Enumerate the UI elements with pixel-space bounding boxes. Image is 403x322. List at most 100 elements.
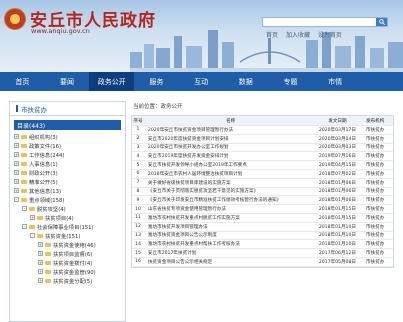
- tree-item[interactable]: + 扶贫资金监管(90): [10, 267, 125, 276]
- tree-item[interactable]: + 财政公开(3): [10, 168, 125, 177]
- table-row: 13 潍坊市扶贫资金项目公告公示制度 2018年01月10日 市扶贫办: [132, 232, 393, 241]
- tree-item[interactable]: - 扶贫资金(151): [10, 231, 125, 240]
- table-row: 7 关于做好省级扶贫项目库建设的实施方案 2018年01月06日 市扶贫办: [132, 179, 393, 188]
- tree-item[interactable]: + 政策文件(16): [10, 141, 125, 150]
- table-cell: 2018年01月10日: [318, 224, 356, 230]
- table-cell: 7: [136, 180, 140, 186]
- sidebar-title: 市扶贫办: [10, 102, 125, 116]
- table-cell: 市扶贫办: [365, 215, 385, 221]
- document-title-link[interactable]: 山东省扶贫专项资金使用管理暂行办法: [144, 206, 318, 212]
- document-title-link[interactable]: 安丘市扶贫开发领导小组办公室2019年工作要点: [144, 162, 318, 168]
- folder-icon: [21, 152, 27, 157]
- table-cell: 市扶贫办: [365, 207, 385, 213]
- document-title-link[interactable]: 关于做好省级扶贫项目库建设的实施方案: [144, 180, 318, 186]
- table-cell: 市扶贫办: [365, 154, 385, 160]
- tree-item[interactable]: + 精准公开(5): [10, 177, 125, 186]
- nav-item-interact[interactable]: 互动: [179, 72, 224, 91]
- document-title-link[interactable]: 《安丘市关于印发安丘市精准扶贫工作绩效考核暂行办法的通知》: [144, 197, 318, 203]
- table-cell: 市扶贫办: [365, 171, 385, 177]
- document-title-link[interactable]: 安丘市2020年度扶贫资金项目计划安排: [144, 136, 318, 142]
- search-input[interactable]: [263, 18, 376, 26]
- expand-icon: +: [14, 188, 19, 193]
- document-title-link[interactable]: 《安丘市关于贯彻落实脱贫攻坚若干意见的实施方案》: [144, 188, 318, 194]
- nav-item-city[interactable]: 市情: [313, 72, 358, 91]
- nav-item-topics[interactable]: 专题: [268, 72, 313, 91]
- table-cell: 2020年03月03日: [318, 145, 356, 151]
- search-button[interactable]: [376, 18, 387, 26]
- folder-icon: [21, 134, 27, 139]
- document-title-link[interactable]: 潍坊市农村扶贫开发重点村帮扶工作考核办法: [144, 241, 318, 247]
- expand-icon: +: [38, 278, 43, 283]
- tree-item[interactable]: + 人事信息(1): [10, 159, 125, 168]
- table-cell: 2018年01月10日: [318, 242, 356, 248]
- table-row: 1 2020年安丘市扶贫资金项目管理暂行办法 2020年03月17日 市扶贫办: [132, 126, 393, 135]
- table-cell: 15: [135, 250, 141, 256]
- folder-icon: [45, 269, 51, 274]
- top-link-favorite[interactable]: 加入收藏: [286, 32, 310, 39]
- nav-item-home[interactable]: 首页: [0, 72, 45, 91]
- sidebar-total[interactable]: 目录(443): [14, 120, 121, 130]
- collapse-icon: -: [22, 206, 27, 211]
- table-cell: 6: [136, 171, 140, 177]
- folder-icon: [21, 188, 27, 193]
- nav-item-news[interactable]: 要闻: [45, 72, 90, 91]
- table-cell: 2018年01月15日: [318, 207, 356, 213]
- table-row: 14 潍坊市农村扶贫开发重点村帮扶工作考核办法 2018年01月10日 市扶贫办: [132, 240, 393, 250]
- top-link-home[interactable]: 首页: [266, 32, 278, 39]
- folder-icon: [37, 215, 43, 220]
- column-header: 发布机构: [365, 118, 385, 124]
- expand-icon: +: [14, 179, 19, 184]
- tree-item[interactable]: + 扶贫项目(4): [10, 213, 125, 222]
- table-cell: 市扶贫办: [365, 242, 385, 248]
- table-cell: 市扶贫办: [365, 136, 385, 142]
- expand-icon: +: [14, 134, 19, 139]
- main-nav: 首页 要闻 政务公开 服务 互动 数据 专题 市情: [0, 72, 403, 91]
- table-cell: 9: [136, 197, 140, 203]
- tree-item[interactable]: - 脱贫攻坚(4): [10, 204, 125, 213]
- tree-item[interactable]: + 扶贫资金分配(5): [10, 276, 125, 285]
- table-cell: 1: [136, 127, 140, 133]
- folder-icon: [29, 224, 35, 229]
- tree-item[interactable]: + 工作信息(244): [10, 150, 125, 159]
- expand-icon: +: [38, 260, 43, 265]
- document-title-link[interactable]: 潍坊市扶贫资金项目公告公示制度: [144, 232, 318, 238]
- tree-item[interactable]: + 扶贫资金拨付(4): [10, 258, 125, 267]
- document-title-link[interactable]: 2020年安丘市扶贫开发办公室工作规划: [144, 144, 318, 150]
- table-row: 2 安丘市2020年度扶贫资金项目计划安排 2020年03月04日 市扶贫办: [132, 135, 393, 144]
- tree-item[interactable]: + 扶贫项目监督(6): [10, 249, 125, 258]
- table-cell: 市扶贫办: [365, 224, 385, 230]
- document-title-link[interactable]: 2020年安丘市扶贫资金项目管理暂行办法: [144, 127, 318, 133]
- table-cell: 2018年01月15日: [318, 215, 356, 221]
- top-link-set-home[interactable]: 设为首页: [318, 32, 342, 39]
- table-cell: 10: [135, 206, 141, 212]
- tree-item[interactable]: + 扶贫资金使用(46): [10, 240, 125, 249]
- tree-item[interactable]: + 其他信息(13): [10, 186, 125, 195]
- document-title-link[interactable]: 潍坊市扶贫开发项目管理办法: [144, 224, 318, 230]
- document-title-link[interactable]: 2018年安丘市农村人居环境整治扶贫项目计划: [144, 171, 318, 177]
- nav-item-service[interactable]: 服务: [134, 72, 179, 91]
- tree-item[interactable]: - 重点领域(158): [10, 195, 125, 204]
- tree-item[interactable]: + 组织机构(3): [10, 132, 125, 141]
- document-title-link[interactable]: 安丘市2019年度扶贫开发资金安排计划: [144, 153, 318, 159]
- expand-icon: +: [30, 215, 35, 220]
- tree-item[interactable]: - 社会保障事业项目(151): [10, 222, 125, 231]
- collapse-icon: -: [14, 197, 19, 202]
- sidebar: 市扶贫办 目录(443) + 组织机构(3) + 政策文件(16) + 工作信息(24…: [9, 101, 126, 322]
- table-cell: 2020年03月17日: [318, 127, 356, 133]
- folder-icon: [45, 251, 51, 256]
- table-cell: 市扶贫办: [365, 198, 385, 204]
- main-content: 当前位置：政务公开 序号 名称 发文日期 发布机构 1 2020年安丘市扶贫资金项…: [131, 101, 394, 322]
- folder-icon: [21, 170, 27, 175]
- expand-icon: +: [14, 143, 19, 148]
- table-cell: 11: [135, 215, 141, 221]
- table-row: 3 2020年安丘市扶贫开发办公室工作规划 2020年03月03日 市扶贫办: [132, 144, 393, 153]
- document-title-link[interactable]: 安丘市2017年扶贫计划: [144, 250, 318, 256]
- table-cell: 2019年07月16日: [318, 154, 356, 160]
- table-cell: 13: [135, 232, 141, 238]
- table-row: 11 潍坊市农村扶贫开发重点村脱贫工作实施方案 2018年01月15日 市扶贫办: [132, 214, 393, 223]
- nav-item-data[interactable]: 数据: [223, 72, 268, 91]
- nav-item-gov-open[interactable]: 政务公开: [89, 72, 135, 91]
- document-title-link[interactable]: 扶贫资金项目公告公示相关规定: [144, 259, 318, 265]
- document-title-link[interactable]: 潍坊市农村扶贫开发重点村脱贫工作实施方案: [144, 215, 318, 221]
- table-row: 6 2018年安丘市农村人居环境整治扶贫项目计划 2018年07月02日 市扶贫办: [132, 170, 393, 179]
